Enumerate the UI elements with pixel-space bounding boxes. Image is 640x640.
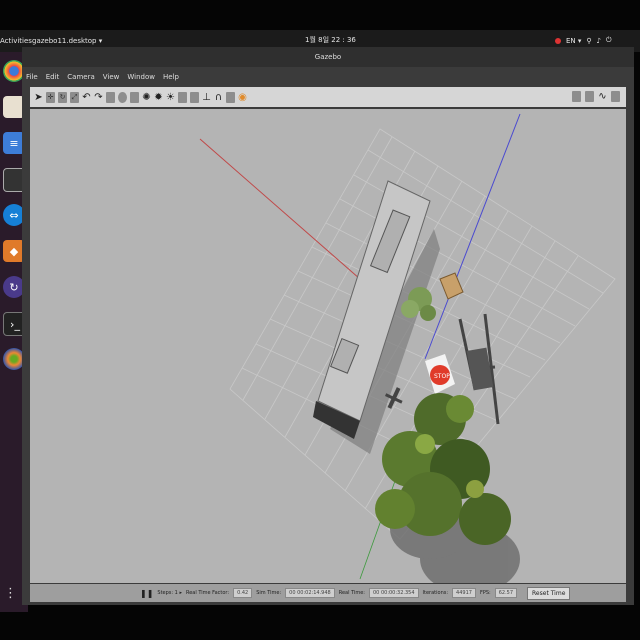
app-menu[interactable]: gazebo11.desktop ▾ (32, 37, 102, 45)
redo-icon[interactable]: ↷ (94, 92, 103, 103)
fps-value: 62.57 (494, 588, 518, 598)
stop-sign-model: STOP (425, 354, 455, 394)
paste-icon[interactable] (190, 91, 199, 103)
iterations-label: Iterations: (422, 590, 449, 596)
activities-button[interactable]: Activities (0, 37, 32, 45)
reset-time-button[interactable]: Reset Time (527, 586, 571, 600)
directional-light-icon[interactable]: ☀ (166, 92, 175, 103)
sound-icon: ♪ (596, 36, 602, 45)
translate-tool-icon[interactable]: ✛ (46, 91, 55, 103)
undo-icon[interactable]: ↶ (82, 92, 91, 103)
sphere-shape-icon[interactable] (118, 91, 127, 103)
change-view-icon[interactable] (226, 91, 235, 103)
status-bar: ❚❚ Steps: 1 ▸ Real Time Factor: 0.42 Sim… (30, 584, 626, 602)
point-light-icon[interactable]: ✺ (142, 92, 151, 103)
menu-window[interactable]: Window (127, 69, 155, 85)
scene-render: STOP (199, 113, 616, 583)
language-indicator[interactable]: EN ▾ (566, 37, 581, 45)
gazebo-window: Gazebo File Edit Camera View Window Help… (22, 47, 634, 605)
record-icon (555, 37, 561, 44)
sim-time-value: 00 00:02:14.948 (285, 588, 335, 598)
video-icon[interactable] (611, 91, 620, 102)
real-time-value: 00 00:00:32.354 (369, 588, 419, 598)
menu-bar: File Edit Camera View Window Help (22, 69, 638, 85)
svg-text:STOP: STOP (434, 373, 450, 380)
rotate-tool-icon[interactable]: ↻ (58, 91, 67, 103)
cylinder-shape-icon[interactable] (130, 91, 139, 103)
show-apps-icon[interactable]: ⋮⋮⋮ (4, 586, 43, 606)
menu-view[interactable]: View (103, 69, 120, 85)
record-view-icon[interactable]: ◉ (238, 92, 247, 103)
scale-tool-icon[interactable]: ⤢ (70, 91, 79, 103)
clock[interactable]: 1월 8일 22 : 36 (305, 35, 356, 45)
wooden-box (439, 272, 464, 300)
plot-icon[interactable]: ∿ (598, 91, 607, 102)
network-icon: ⚲ (586, 36, 592, 45)
system-tray[interactable]: EN ▾ ⚲ ♪ ⏻ (555, 36, 612, 45)
3d-viewport[interactable]: STOP (30, 109, 626, 583)
copy-icon[interactable] (178, 91, 187, 103)
large-tree-model (375, 393, 511, 545)
snap-icon[interactable]: ∩ (214, 92, 223, 103)
x-axis (199, 138, 361, 280)
rtf-label: Real Time Factor: (185, 590, 230, 596)
box-shape-icon[interactable] (106, 91, 115, 103)
menu-file[interactable]: File (26, 69, 38, 85)
steps-control[interactable]: Steps: 1 ▸ (157, 590, 182, 596)
real-time-label: Real Time: (338, 590, 365, 596)
sim-time-label: Sim Time: (256, 590, 282, 596)
fps-label: FPS: (479, 590, 491, 596)
log-icon[interactable] (585, 91, 594, 102)
iterations-value: 44917 (452, 588, 476, 598)
rtf-value: 0.42 (233, 588, 253, 598)
power-icon: ⏻ (606, 36, 612, 44)
toolbar: ➤ ✛ ↻ ⤢ ↶ ↷ ✺ ✹ ☀ ⊥ ∩ ◉ ∿ (30, 87, 626, 107)
window-title: Gazebo (22, 47, 634, 67)
screenshot-icon[interactable] (572, 91, 581, 102)
align-icon[interactable]: ⊥ (202, 92, 211, 103)
spot-light-icon[interactable]: ✹ (154, 92, 163, 103)
select-tool-icon[interactable]: ➤ (34, 92, 43, 103)
pause-button[interactable]: ❚❚ (140, 589, 153, 598)
menu-edit[interactable]: Edit (46, 69, 60, 85)
menu-camera[interactable]: Camera (67, 69, 94, 85)
menu-help[interactable]: Help (163, 69, 179, 85)
